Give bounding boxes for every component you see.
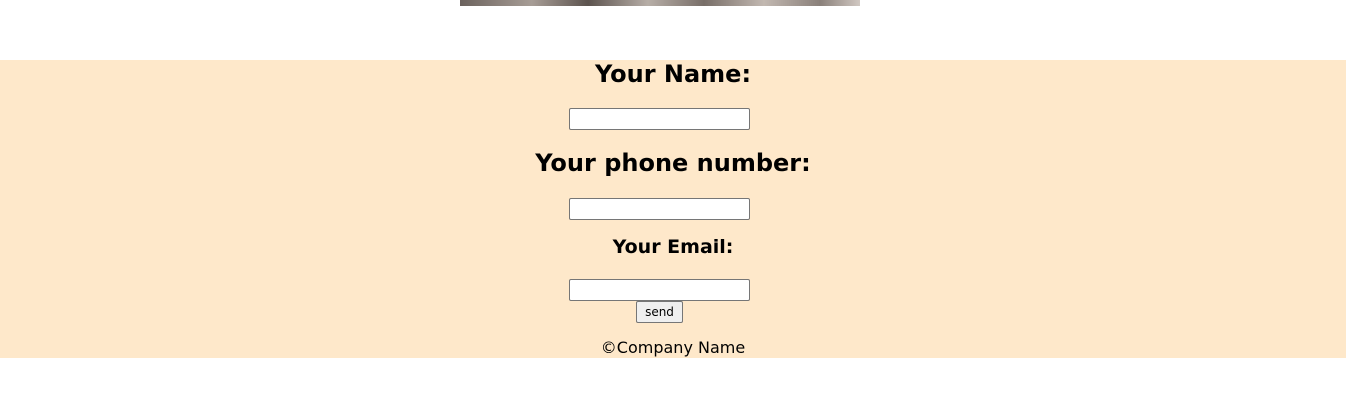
footer-copyright: ©Company Name bbox=[600, 338, 746, 357]
contact-form: Your Name: Your phone number: Your Email… bbox=[0, 60, 1346, 358]
email-input[interactable] bbox=[569, 279, 750, 301]
phone-input[interactable] bbox=[569, 198, 750, 220]
email-label: Your Email: bbox=[612, 236, 734, 258]
name-label: Your Name: bbox=[594, 60, 752, 88]
send-button[interactable]: send bbox=[636, 301, 683, 323]
name-input[interactable] bbox=[569, 108, 750, 130]
header-image bbox=[460, 0, 860, 6]
phone-label: Your phone number: bbox=[535, 149, 811, 177]
